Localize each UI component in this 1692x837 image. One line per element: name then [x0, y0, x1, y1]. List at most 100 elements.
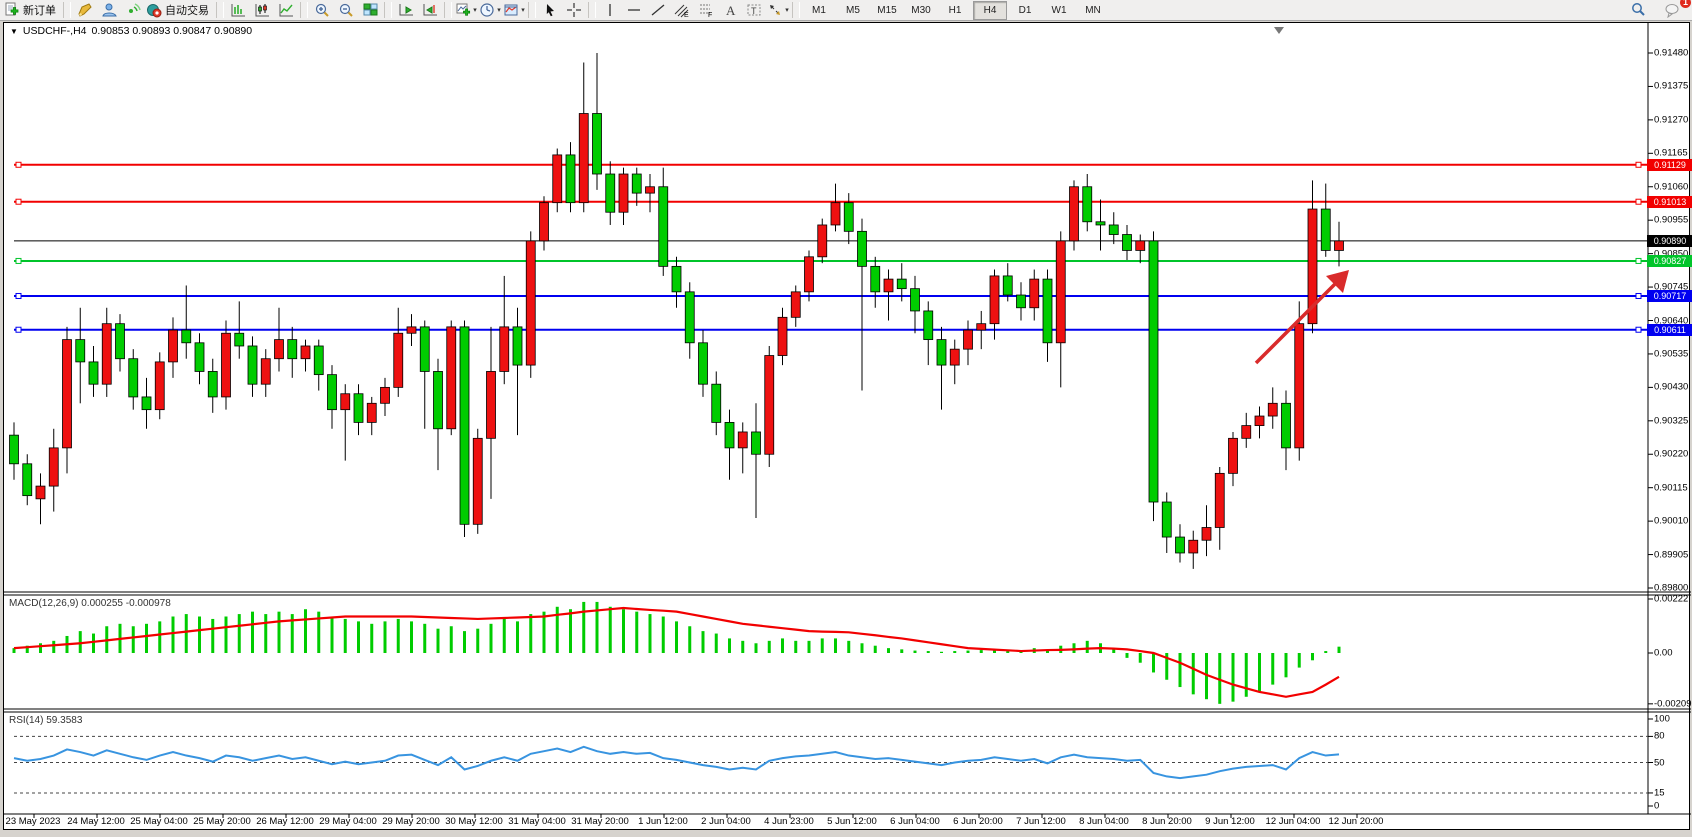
timeframe-button-m30[interactable]: M30: [905, 2, 937, 19]
toolbar-separator: [444, 2, 452, 18]
line-chart-button[interactable]: [274, 1, 298, 20]
toolbar-separator: [528, 2, 536, 18]
crosshair-icon: [566, 2, 583, 18]
new-order-label: 新订单: [21, 2, 60, 18]
equidistant-channel-button[interactable]: E: [670, 1, 694, 20]
trendline-icon: [650, 2, 667, 18]
cursor-button[interactable]: [538, 1, 562, 20]
crayon-button[interactable]: [73, 1, 97, 20]
bar-chart-icon: [230, 2, 247, 18]
price-axis-label: 0.91480: [1654, 48, 1688, 59]
new-order-button[interactable]: 新订单: [3, 1, 61, 20]
timeframe-button-h4[interactable]: H4: [973, 1, 1007, 20]
rsi-axis-label: 80: [1654, 731, 1665, 742]
auto-scroll-button[interactable]: [394, 1, 418, 20]
time-axis-label: 30 May 12:00: [445, 816, 503, 827]
zoom-in-icon: [314, 2, 331, 18]
timeframe-button-m5[interactable]: M5: [837, 2, 869, 19]
template-button[interactable]: ▾: [502, 1, 526, 20]
macd-axis-label: -0.00209: [1654, 698, 1692, 709]
timeframe-button-d1[interactable]: D1: [1009, 2, 1041, 19]
svg-text:A: A: [726, 3, 736, 18]
time-axis-label: 5 Jun 12:00: [827, 816, 877, 827]
time-axis-label: 24 May 12:00: [67, 816, 125, 827]
macd-axis-label: 0.00: [1654, 648, 1673, 659]
price-axis-label: 0.89905: [1654, 549, 1688, 560]
toolbar-separator: [384, 2, 392, 18]
level-price-tag[interactable]: 0.90827: [1647, 255, 1692, 267]
equidistant-channel-icon: E: [674, 2, 691, 18]
new-order-icon: [4, 2, 21, 18]
toolbar-separator: [792, 2, 800, 18]
autotrade-button[interactable]: 自动交易: [145, 1, 214, 20]
price-axis-label: 0.90010: [1654, 516, 1688, 527]
time-axis-label: 12 Jun 20:00: [1329, 816, 1384, 827]
rsi-label: RSI(14) 59.3583: [9, 715, 82, 726]
timeframe-button-w1[interactable]: W1: [1043, 2, 1075, 19]
time-axis-label: 31 May 04:00: [508, 816, 566, 827]
chart-shift-button[interactable]: [418, 1, 442, 20]
chart-shift-marker[interactable]: [1274, 27, 1284, 34]
timeframe-button-mn[interactable]: MN: [1077, 2, 1109, 19]
price-axis-label: 0.91270: [1654, 114, 1688, 125]
search-icon: [1630, 2, 1647, 18]
time-axis-label: 29 May 04:00: [319, 816, 377, 827]
chevron-down-icon[interactable]: ▾: [785, 6, 789, 14]
timeframe-button-m15[interactable]: M15: [871, 2, 903, 19]
level-price-tag[interactable]: 0.91013: [1647, 196, 1692, 208]
chevron-down-icon[interactable]: ▾: [521, 6, 525, 14]
level-price-tag[interactable]: 0.90717: [1647, 290, 1692, 302]
crosshair-button[interactable]: [562, 1, 586, 20]
level-price-tag[interactable]: 0.90611: [1647, 324, 1692, 336]
search-button[interactable]: [1626, 1, 1650, 20]
profile-button[interactable]: [97, 1, 121, 20]
price-axis-label: 0.90430: [1654, 382, 1688, 393]
toolbar-separator: [216, 2, 224, 18]
rsi-axis-label: 15: [1654, 787, 1665, 798]
svg-text:E: E: [684, 12, 689, 18]
chat-icon: [1664, 2, 1681, 18]
arrows-button[interactable]: ▾: [766, 1, 790, 20]
text-label-button[interactable]: T: [742, 1, 766, 20]
chevron-down-icon[interactable]: ▾: [497, 6, 501, 14]
toolbar-separator: [300, 2, 308, 18]
autotrade-icon: [146, 2, 163, 18]
timeframe-button-h1[interactable]: H1: [939, 2, 971, 19]
chevron-down-icon[interactable]: ▾: [473, 6, 477, 14]
notifications-button[interactable]: 1: [1660, 1, 1684, 20]
rsi-indicator: [14, 736, 1648, 793]
price-axis-label: 0.91375: [1654, 81, 1688, 92]
candlestick-chart-button[interactable]: [250, 1, 274, 20]
svg-text:T: T: [751, 6, 757, 16]
bar-chart-button[interactable]: [226, 1, 250, 20]
horizontal-level-lines[interactable]: [14, 162, 1648, 332]
svg-text:F: F: [708, 12, 712, 18]
macd-indicator: [14, 602, 1339, 704]
cursor-icon: [542, 2, 559, 18]
new-chart-button[interactable]: ▾: [454, 1, 478, 20]
period-button[interactable]: ▾: [478, 1, 502, 20]
horizontal-line-button[interactable]: [622, 1, 646, 20]
profile-icon: [101, 2, 118, 18]
signal-button[interactable]: [121, 1, 145, 20]
tile-windows-icon: [362, 2, 379, 18]
arrows-icon: [767, 2, 784, 18]
fibonacci-button[interactable]: F: [694, 1, 718, 20]
vertical-line-button[interactable]: [598, 1, 622, 20]
line-chart-icon: [278, 2, 295, 18]
price-axis-label: 0.90325: [1654, 415, 1688, 426]
chart-plot-svg: [4, 23, 1691, 829]
text-label-icon: T: [746, 2, 763, 18]
toolbar-separator: [63, 2, 71, 18]
timeframe-button-m1[interactable]: M1: [803, 2, 835, 19]
price-axis-label: 0.90115: [1654, 482, 1688, 493]
trendline-button[interactable]: [646, 1, 670, 20]
zoom-in-button[interactable]: [310, 1, 334, 20]
level-price-tag[interactable]: 0.91129: [1647, 159, 1692, 171]
zoom-out-icon: [338, 2, 355, 18]
time-axis-label: 25 May 20:00: [193, 816, 251, 827]
price-axis-label: 0.90220: [1654, 449, 1688, 460]
zoom-out-button[interactable]: [334, 1, 358, 20]
tile-windows-button[interactable]: [358, 1, 382, 20]
text-button[interactable]: A: [718, 1, 742, 20]
